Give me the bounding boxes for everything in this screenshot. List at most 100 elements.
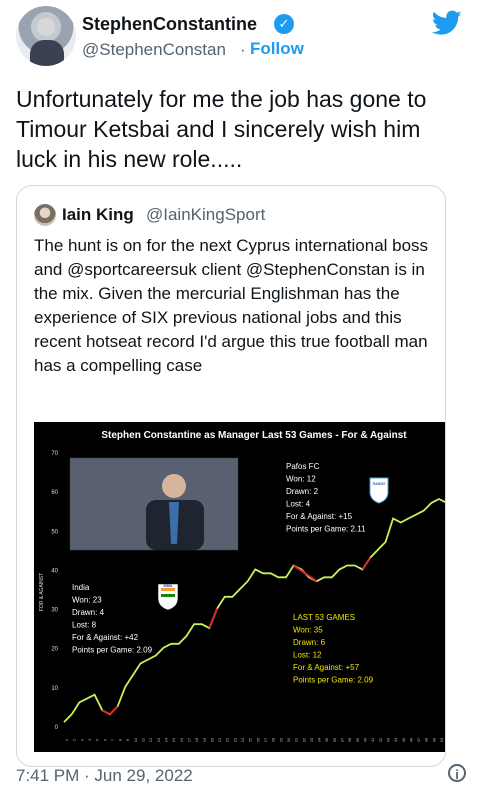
x-tick-label: 5 (95, 738, 100, 741)
x-tick-label: 14 (164, 737, 169, 742)
x-tick-label: 1 (64, 738, 69, 741)
x-tick-label: 24 (240, 737, 245, 742)
annotation-pafos-line: Pafos FC (286, 462, 320, 471)
loss-segment (363, 558, 371, 570)
chart-title: Stephen Constantine as Manager Last 53 G… (101, 430, 407, 441)
verified-badge-icon: ✓ (274, 14, 294, 34)
handle-separator: · (240, 40, 246, 60)
x-tick-label: 17 (186, 737, 191, 742)
quoted-author-avatar (34, 204, 56, 226)
y-tick-label: 70 (51, 451, 58, 457)
x-tick-label: 25 (248, 737, 253, 742)
tweet-body: Unfortunately for me the job has gone to… (16, 84, 466, 174)
x-tick-label: 35 (324, 737, 329, 742)
pafos-badge-text: ΠΑΦΟΣ (373, 482, 386, 486)
x-tick-label: 28 (271, 737, 276, 742)
annotation-last53-line: Lost: 12 (293, 651, 322, 660)
x-tick-label: 46 (408, 737, 413, 742)
y-tick-label: 40 (51, 568, 58, 574)
x-tick-label: 21 (217, 737, 222, 742)
annotation-last53-line: For & Against: +57 (293, 663, 360, 672)
annotation-pafos-line: For & Against: +15 (286, 512, 353, 521)
x-tick-label: 9 (125, 738, 130, 741)
y-axis-label: FOR & AGAINST (39, 573, 45, 611)
info-icon[interactable]: i (448, 764, 466, 782)
x-tick-label: 15 (171, 737, 176, 742)
x-tick-label: 27 (263, 737, 268, 742)
x-tick-label: 12 (148, 737, 153, 742)
x-tick-label: 48 (424, 737, 429, 742)
loss-segment (102, 710, 110, 714)
author-name[interactable]: StephenConstantine (82, 14, 257, 35)
annotation-pafos-line: Points per Game: 2.11 (286, 525, 366, 534)
y-tick-label: 20 (51, 647, 58, 653)
x-tick-label: 47 (416, 737, 421, 742)
quoted-tweet-body: The hunt is on for the next Cyprus inter… (34, 234, 434, 378)
x-tick-label: 32 (301, 737, 306, 742)
x-tick-label: 43 (385, 737, 390, 742)
x-tick-label: 22 (225, 737, 230, 742)
annotation-india-line: Won: 23 (72, 596, 102, 605)
tweet-timestamp[interactable]: 7:41 PM · Jun 29, 2022 (16, 766, 193, 786)
y-tick-label: 0 (55, 725, 59, 731)
x-tick-label: 33 (309, 737, 314, 742)
x-tick-label: 34 (317, 737, 322, 742)
annotation-pafos-line: Lost: 4 (286, 500, 311, 509)
x-tick-label: 3 (79, 738, 84, 741)
annotation-india-line: Lost: 8 (72, 621, 97, 630)
x-tick-label: 13 (156, 737, 161, 742)
x-tick-label: 23 (232, 737, 237, 742)
x-tick-label: 8 (118, 738, 123, 741)
manager-photo-head (162, 474, 186, 498)
x-tick-label: 36 (332, 737, 337, 742)
y-tick-label: 10 (51, 686, 58, 692)
x-tick-label: 10 (133, 737, 138, 742)
x-tick-label: 18 (194, 737, 199, 742)
x-tick-label: 26 (255, 737, 260, 742)
annotation-india-line: Points per Game: 2.09 (72, 646, 153, 655)
x-tick-label: 42 (378, 737, 383, 742)
x-tick-label: 31 (294, 737, 299, 742)
annotation-last53-line: Drawn: 6 (293, 638, 326, 647)
annotation-india-line: India (72, 583, 90, 592)
x-tick-label: 41 (370, 737, 375, 742)
x-tick-label: 39 (355, 737, 360, 742)
quoted-author-name: Iain King (62, 205, 134, 225)
annotation-pafos-line: Drawn: 2 (286, 487, 319, 496)
x-tick-label: 37 (340, 737, 345, 742)
x-tick-label: 2 (72, 738, 77, 741)
x-tick-label: 40 (363, 737, 368, 742)
follow-button[interactable]: Follow (250, 39, 304, 59)
annotation-india-line: Drawn: 4 (72, 608, 105, 617)
x-tick-label: 50 (439, 737, 444, 742)
annotation-india-line: For & Against: +42 (72, 633, 139, 642)
x-tick-label: 20 (209, 737, 214, 742)
y-tick-label: 30 (51, 608, 58, 614)
quoted-tweet[interactable]: Iain King @IainKingSport The hunt is on … (16, 185, 446, 767)
loss-segment (294, 566, 317, 582)
annotation-last53-line: Points per Game: 2.09 (293, 676, 374, 685)
line-chart: Stephen Constantine as Manager Last 53 G… (34, 422, 446, 752)
tweet-header: StephenConstantine ✓ @StephenConstan · F… (16, 4, 462, 68)
x-tick-label: 16 (179, 737, 184, 742)
india-badge-stripe-green (161, 594, 175, 597)
quoted-author-handle: @IainKingSport (146, 205, 265, 225)
x-tick-label: 4 (87, 738, 92, 741)
x-tick-label: 30 (286, 737, 291, 742)
x-tick-label: 11 (141, 737, 146, 742)
x-tick-label: 19 (202, 737, 207, 742)
x-tick-label: 45 (401, 737, 406, 742)
y-tick-label: 60 (51, 490, 58, 496)
loss-segment (110, 706, 118, 714)
author-avatar[interactable] (16, 6, 76, 66)
twitter-bird-icon[interactable] (432, 10, 462, 36)
india-badge-stripe-saffron (161, 588, 175, 591)
author-handle[interactable]: @StephenConstan (82, 40, 226, 60)
x-tick-label: 44 (393, 737, 398, 742)
y-tick-label: 50 (51, 529, 58, 535)
chart-image[interactable]: Stephen Constantine as Manager Last 53 G… (34, 422, 446, 752)
annotation-last53-line: Won: 35 (293, 626, 323, 635)
x-tick-label: 7 (110, 738, 115, 741)
loss-segment (209, 609, 217, 629)
x-tick-label: 49 (431, 737, 436, 742)
